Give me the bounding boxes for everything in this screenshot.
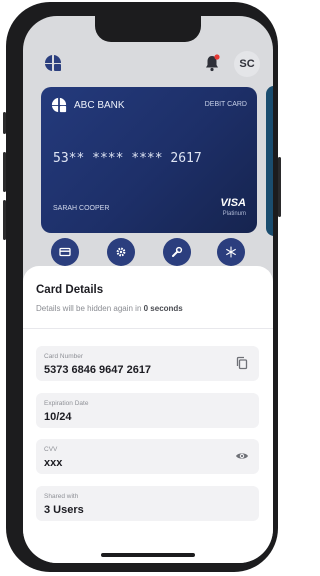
field-value: xxx xyxy=(44,457,63,469)
card-details-button[interactable] xyxy=(51,238,79,266)
field-label: Card Number xyxy=(44,353,84,360)
expiration-date-field: Expiration Date 10/24 xyxy=(36,393,259,428)
card-icon xyxy=(59,247,71,257)
wrench-icon xyxy=(172,246,183,257)
card-number-field: Card Number 5373 6846 9647 2617 xyxy=(36,346,259,381)
card-details-sheet: Card Details Details will be hidden agai… xyxy=(23,266,273,563)
bank-name: ABC BANK xyxy=(74,100,125,111)
phone-frame: SC ABC BANK DEBIT CARD 53** **** **** 26… xyxy=(3,2,281,572)
card-network: VISA xyxy=(220,197,246,209)
gear-icon xyxy=(116,247,126,257)
snowflake-icon xyxy=(226,246,236,258)
phone-side-button xyxy=(3,112,6,134)
field-value: 3 Users xyxy=(44,504,84,516)
hide-countdown-text: Details will be hidden again in 0 second… xyxy=(36,304,183,313)
shared-with-field[interactable]: Shared with 3 Users xyxy=(36,486,259,521)
sheet-title: Card Details xyxy=(36,284,104,296)
card-tier: Platinum xyxy=(222,211,246,217)
eye-icon[interactable] xyxy=(235,449,249,463)
field-value: 10/24 xyxy=(44,411,72,423)
card-type: DEBIT CARD xyxy=(204,101,247,108)
app-logo-icon xyxy=(45,55,62,71)
bank-logo-icon xyxy=(51,97,67,113)
field-value: 5373 6846 9647 2617 xyxy=(44,364,152,376)
phone-side-button xyxy=(278,157,281,217)
phone-screen: SC ABC BANK DEBIT CARD 53** **** **** 26… xyxy=(23,16,273,563)
field-label: Expiration Date xyxy=(44,400,89,407)
notch xyxy=(95,16,201,42)
cvv-field: CVV xxx xyxy=(36,439,259,474)
field-label: CVV xyxy=(44,446,58,453)
bell-icon[interactable] xyxy=(204,54,220,72)
phone-side-button xyxy=(3,152,6,192)
countdown-value: 0 seconds xyxy=(143,304,183,313)
home-indicator[interactable] xyxy=(101,553,195,557)
masked-card-number: 53** **** **** 2617 xyxy=(53,151,202,166)
field-label: Shared with xyxy=(44,493,79,500)
copy-icon[interactable] xyxy=(235,356,249,370)
card-tools-button[interactable] xyxy=(163,238,191,266)
divider xyxy=(23,328,273,329)
next-card-peek[interactable] xyxy=(266,86,273,236)
debit-card[interactable]: ABC BANK DEBIT CARD 53** **** **** 2617 … xyxy=(41,87,257,233)
phone-side-button xyxy=(3,200,6,240)
card-settings-button[interactable] xyxy=(107,238,135,266)
freeze-card-button[interactable] xyxy=(217,238,245,266)
card-holder-name: SARAH COOPER xyxy=(53,205,110,212)
avatar[interactable]: SC xyxy=(234,51,260,77)
